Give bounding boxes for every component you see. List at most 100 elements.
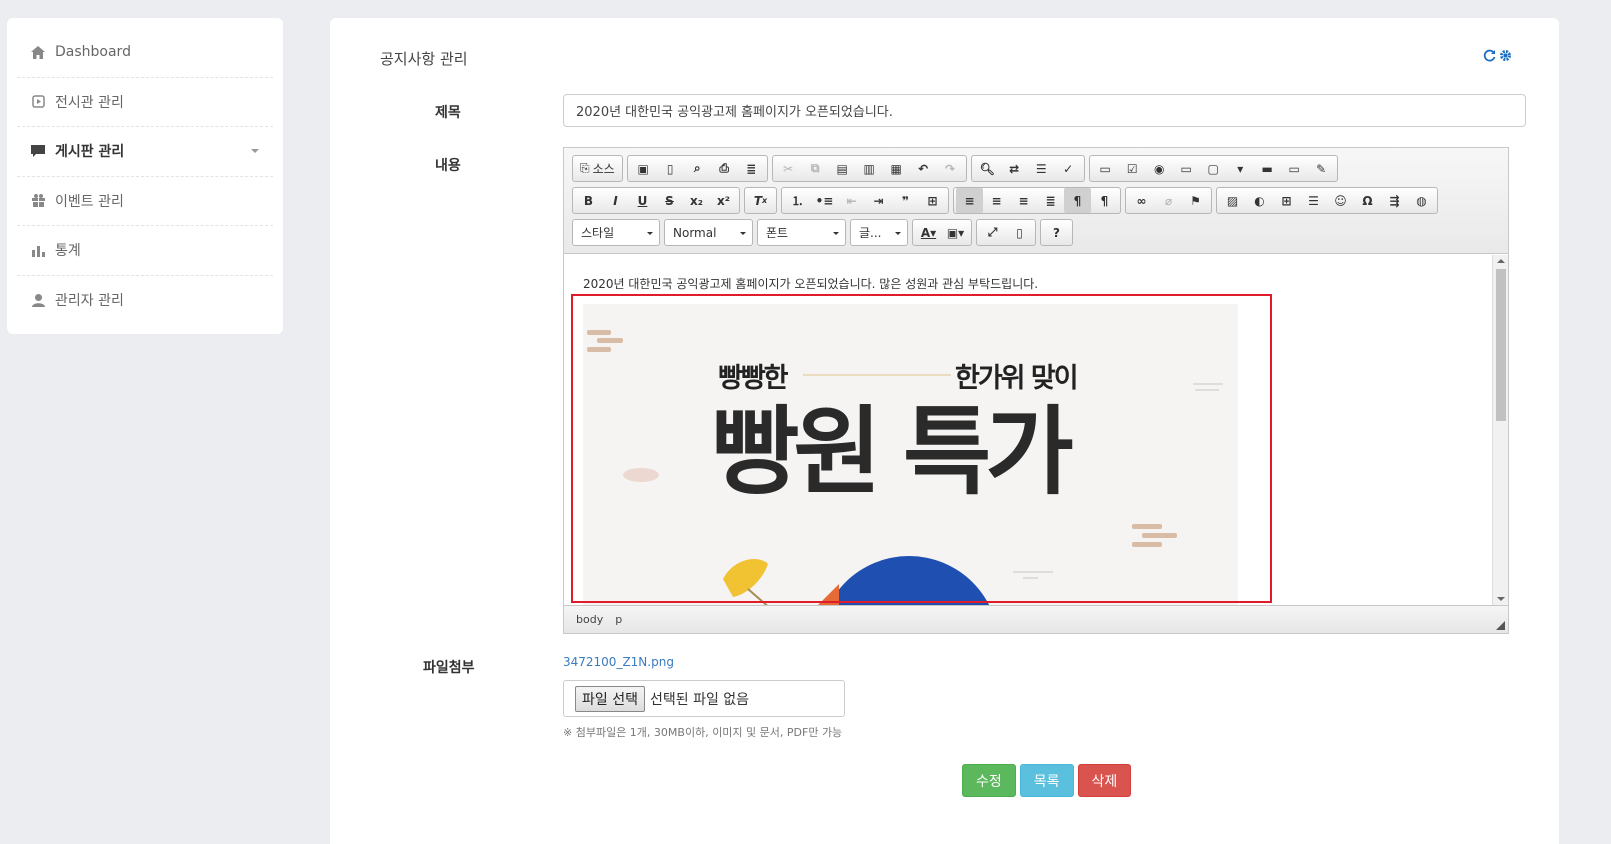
paste-word-icon[interactable]: ▦ <box>883 156 910 181</box>
scroll-thumb[interactable] <box>1496 269 1506 421</box>
editor-scrollbar[interactable] <box>1492 255 1508 605</box>
hidden-field-icon[interactable]: ✎ <box>1308 156 1335 181</box>
iframe-icon[interactable]: ◍ <box>1408 188 1435 213</box>
rtl-icon[interactable]: ¶ <box>1091 188 1118 213</box>
outdent-icon[interactable]: ⇤ <box>838 188 865 213</box>
numbered-list-icon[interactable]: ⒈ <box>784 188 811 213</box>
file-input[interactable]: 파일 선택 선택된 파일 없음 <box>563 680 845 717</box>
preview-icon[interactable]: ⌕ <box>684 156 711 181</box>
edit-button[interactable]: 수정 <box>962 764 1016 797</box>
sidebar-item-exhibition[interactable]: 전시관 관리 <box>17 78 273 127</box>
templates-icon[interactable]: ≣ <box>738 156 765 181</box>
text-field-icon[interactable]: ▭ <box>1173 156 1200 181</box>
sidebar-item-label: 관리자 관리 <box>55 293 124 310</box>
style-combo[interactable]: 스타일 <box>572 219 660 246</box>
link-group: ∞ ⌀ ⚑ <box>1125 187 1212 214</box>
editor-paragraph: 2020년 대한민국 공익광고제 홈페이지가 오픈되었습니다. 많은 성원과 관… <box>583 277 1039 291</box>
blockquote-icon[interactable]: ❞ <box>892 188 919 213</box>
scroll-down-icon[interactable] <box>1497 597 1505 601</box>
bold-icon[interactable]: B <box>575 188 602 213</box>
path-body[interactable]: body <box>576 613 603 626</box>
help-button[interactable]: ? <box>1043 220 1070 245</box>
source-button[interactable]: ⎘ 소스 <box>575 156 620 181</box>
choose-file-button[interactable]: 파일 선택 <box>575 685 645 712</box>
sidebar-item-admin[interactable]: 관리자 관리 <box>17 276 273 326</box>
list-button[interactable]: 목록 <box>1019 764 1074 797</box>
select-all-icon[interactable]: ☰ <box>1028 156 1055 181</box>
format-combo[interactable]: Normal <box>664 219 753 246</box>
justify-icon[interactable]: ≣ <box>1037 188 1064 213</box>
cut-icon[interactable]: ✂ <box>775 156 802 181</box>
subscript-icon[interactable]: x₂ <box>683 188 710 213</box>
anchor-icon[interactable]: ⚑ <box>1182 188 1209 213</box>
link-icon[interactable]: ∞ <box>1128 188 1155 213</box>
indent-icon[interactable]: ⇥ <box>865 188 892 213</box>
horizontal-rule-icon[interactable]: ☰ <box>1300 188 1327 213</box>
table-icon[interactable]: ⊞ <box>1273 188 1300 213</box>
play-circle-icon <box>30 94 46 110</box>
image-selection-outline <box>571 294 1272 603</box>
page-break-icon[interactable]: ⇶ <box>1381 188 1408 213</box>
button-field-icon[interactable]: ▬ <box>1254 156 1281 181</box>
align-center-icon[interactable]: ≡ <box>983 188 1010 213</box>
font-combo[interactable]: 폰트 <box>757 219 846 246</box>
sidebar: Dashboard 전시관 관리 게시판 관리 이벤트 관리 통계 관리자 관리 <box>7 18 283 334</box>
underline-icon[interactable]: U <box>629 188 656 213</box>
title-input[interactable] <box>563 94 1526 127</box>
find-icon[interactable]: 🔍︎ <box>974 156 1001 181</box>
align-group: ≡ ≡ ≡ ≣ ¶ ¶ <box>953 187 1121 214</box>
image-button-icon[interactable]: ▭ <box>1281 156 1308 181</box>
paste-icon[interactable]: ▤ <box>829 156 856 181</box>
paste-text-icon[interactable]: ▥ <box>856 156 883 181</box>
maximize-icon[interactable]: ⤢ <box>979 220 1006 245</box>
bg-color-icon[interactable]: ▣▾ <box>942 220 969 245</box>
unlink-icon[interactable]: ⌀ <box>1155 188 1182 213</box>
select-field-icon[interactable]: ▾ <box>1227 156 1254 181</box>
ltr-icon[interactable]: ¶ <box>1064 188 1091 213</box>
sidebar-item-dashboard[interactable]: Dashboard <box>17 28 273 78</box>
resize-handle-icon[interactable] <box>1496 621 1505 630</box>
path-p[interactable]: p <box>615 613 622 626</box>
print-icon[interactable]: ⎙ <box>711 156 738 181</box>
show-blocks-icon[interactable]: ▯ <box>1006 220 1033 245</box>
format-combo-label: Normal <box>673 225 717 240</box>
special-char-icon[interactable]: Ω <box>1354 188 1381 213</box>
redo-icon[interactable]: ↷ <box>937 156 964 181</box>
copy-icon[interactable]: ⧉ <box>802 156 829 181</box>
save-icon[interactable]: ▣ <box>630 156 657 181</box>
replace-icon[interactable]: ⇄ <box>1001 156 1028 181</box>
italic-icon[interactable]: I <box>602 188 629 213</box>
sidebar-item-board[interactable]: 게시판 관리 <box>17 127 273 177</box>
sidebar-item-event[interactable]: 이벤트 관리 <box>17 177 273 226</box>
page-title: 공지사항 관리 <box>380 50 468 68</box>
flash-icon[interactable]: ◐ <box>1246 188 1273 213</box>
delete-button[interactable]: 삭제 <box>1077 764 1132 797</box>
superscript-icon[interactable]: x² <box>710 188 737 213</box>
align-right-icon[interactable]: ≡ <box>1010 188 1037 213</box>
gear-icon[interactable] <box>1499 47 1512 66</box>
font-size-combo[interactable]: 글... <box>850 219 908 246</box>
image-icon[interactable]: ▨ <box>1219 188 1246 213</box>
align-left-icon[interactable]: ≡ <box>956 188 983 213</box>
new-page-icon[interactable]: ▯ <box>657 156 684 181</box>
smiley-icon[interactable]: ☺ <box>1327 188 1354 213</box>
checkbox-icon[interactable]: ☑ <box>1119 156 1146 181</box>
text-color-icon[interactable]: A▾ <box>915 220 942 245</box>
editor-content[interactable]: 2020년 대한민국 공익광고제 홈페이지가 오픈되었습니다. 많은 성원과 관… <box>564 255 1494 605</box>
radio-icon[interactable]: ◉ <box>1146 156 1173 181</box>
undo-icon[interactable]: ↶ <box>910 156 937 181</box>
basic-styles-group: B I U S x₂ x² <box>572 187 740 214</box>
remove-format-icon[interactable]: Tx <box>747 188 774 213</box>
sidebar-item-stats[interactable]: 통계 <box>17 226 273 276</box>
div-container-icon[interactable]: ⊞ <box>919 188 946 213</box>
spellcheck-icon[interactable]: ✓ <box>1055 156 1082 181</box>
bulleted-list-icon[interactable]: •≡ <box>811 188 838 213</box>
form-icon[interactable]: ▭ <box>1092 156 1119 181</box>
refresh-icon[interactable] <box>1483 47 1496 66</box>
rich-text-editor[interactable]: ⎘ 소스 ▣ ▯ ⌕ ⎙ ≣ ✂ ⧉ ▤ ▥ ▦ ↶ ↷ 🔍︎ ⇄ ☰ ✓ ▭ … <box>563 147 1509 634</box>
sidebar-item-label: 게시판 관리 <box>55 144 125 161</box>
strike-icon[interactable]: S <box>656 188 683 213</box>
textarea-icon[interactable]: ▢ <box>1200 156 1227 181</box>
attached-file-link[interactable]: 3472100_Z1N.png <box>563 655 674 669</box>
scroll-up-icon[interactable] <box>1497 259 1505 263</box>
